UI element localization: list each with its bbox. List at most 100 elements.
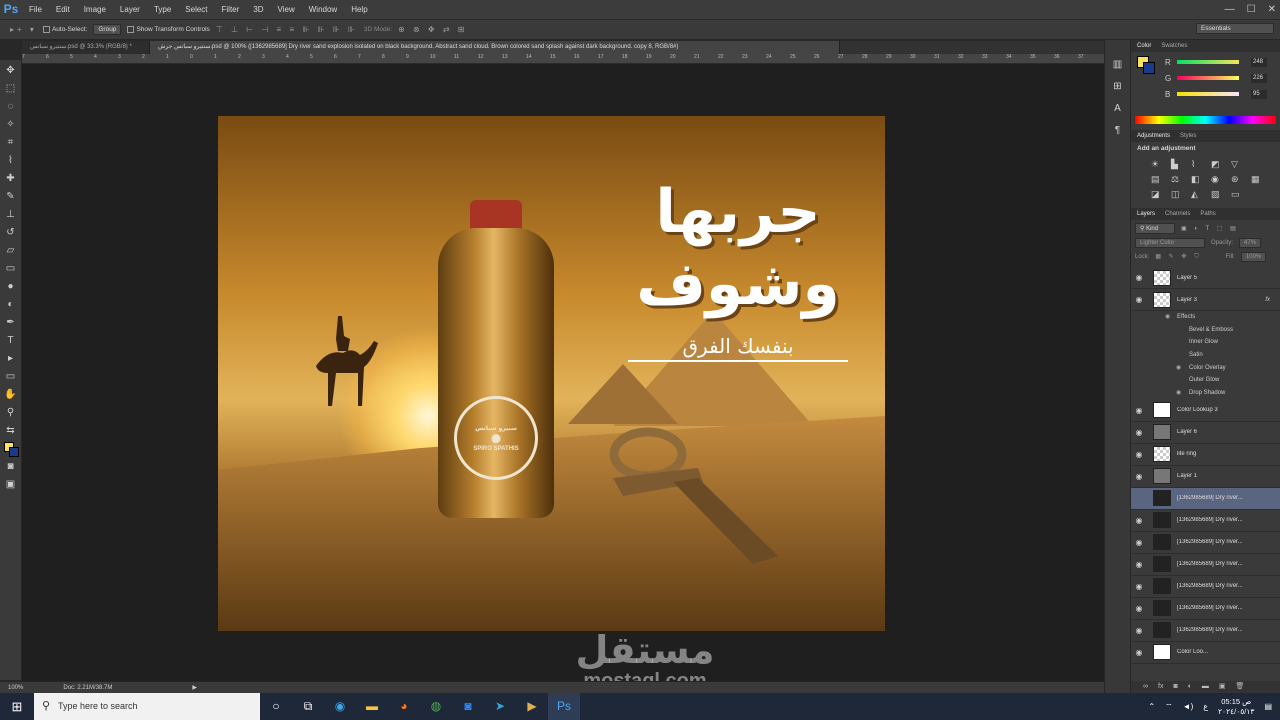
firefox-icon[interactable]: ◕ xyxy=(388,693,420,720)
layer-thumbnail[interactable] xyxy=(1153,490,1171,507)
clock[interactable]: 05:15 ص ٢٠٢٤/٠٥/١٣ xyxy=(1218,697,1254,717)
eraser-tool-icon[interactable]: ▱ xyxy=(4,244,18,258)
new-adjustment-icon[interactable]: ◐ xyxy=(1188,681,1192,693)
layer-thumbnail[interactable] xyxy=(1153,512,1171,529)
notifications-icon[interactable]: ▤ xyxy=(1264,702,1272,711)
menu-file[interactable]: File xyxy=(22,0,49,19)
layer-row[interactable]: ◉ [1362985689] Dry river... xyxy=(1131,532,1280,554)
posterize-icon[interactable]: ◫ xyxy=(1171,189,1185,200)
layer-name[interactable]: [1362985689] Dry river... xyxy=(1177,605,1257,611)
gradient-map-icon[interactable]: ▭ xyxy=(1231,189,1245,200)
volume-icon[interactable]: ◄) xyxy=(1183,702,1194,711)
layer-row[interactable]: ◉ [1362985689] Dry river... xyxy=(1131,598,1280,620)
marquee-tool-icon[interactable]: ⬚ xyxy=(4,82,18,96)
chrome-icon[interactable]: ◍ xyxy=(420,693,452,720)
layer-thumbnail[interactable] xyxy=(1153,291,1171,308)
layer-thumbnail[interactable] xyxy=(1153,468,1171,485)
align-icons[interactable]: ⊤ ⊥ ⊢ ⊣ ≡ ≡ ⊪ ⊪ ⊪ ⊪ xyxy=(216,25,358,34)
move-tool-icon[interactable]: ▸+ ▾ xyxy=(10,25,37,34)
zoom-tool-icon[interactable]: ⚲ xyxy=(4,406,18,420)
eyedropper-icon[interactable]: ⌇ xyxy=(4,154,18,168)
opacity-value[interactable]: 47% xyxy=(1239,238,1262,248)
task-view-icon[interactable]: ⧉ xyxy=(292,693,324,720)
shape-tool-icon[interactable]: ▭ xyxy=(4,370,18,384)
zoom-level[interactable]: 100% xyxy=(8,685,23,691)
layer-row[interactable]: ◉ lite ring xyxy=(1131,444,1280,466)
layer-name[interactable]: [1362985689] Dry river... xyxy=(1177,583,1257,589)
menu-view[interactable]: View xyxy=(271,0,302,19)
path-select-icon[interactable]: ▸ xyxy=(4,352,18,366)
3d-mode-icons[interactable]: ⊕ ⊗ ✥ ⇄ ⊞ xyxy=(398,25,467,34)
minimize-icon[interactable]: — xyxy=(1225,0,1235,19)
color-lookup-icon[interactable]: ▦ xyxy=(1251,174,1265,185)
visibility-eye-icon[interactable]: ◉ xyxy=(1131,604,1147,613)
visibility-eye-icon[interactable]: ◉ xyxy=(1131,406,1147,415)
show-transform-checkbox[interactable]: Show Transform Controls xyxy=(127,25,210,33)
layer-row[interactable]: ◉ [1362985689] Dry river... xyxy=(1131,576,1280,598)
visibility-eye-icon[interactable]: ◉ xyxy=(1131,428,1147,437)
visibility-eye-icon[interactable]: ◉ xyxy=(1131,648,1147,657)
menu-select[interactable]: Select xyxy=(178,0,214,19)
effect-item[interactable]: Inner Glow xyxy=(1131,336,1280,349)
effect-eye-icon[interactable]: ◉ xyxy=(1176,362,1181,375)
lock-icons[interactable]: ▦ ✎ ✥ ⛉ xyxy=(1155,253,1201,261)
layer-thumbnail[interactable] xyxy=(1153,424,1171,441)
visibility-eye-icon[interactable]: ◉ xyxy=(1131,560,1147,569)
color-spectrum[interactable] xyxy=(1135,116,1276,124)
menu-image[interactable]: Image xyxy=(77,0,113,19)
move-tool-icon[interactable]: ✥ xyxy=(4,64,18,78)
layer-row[interactable]: ◉ Color Lookup 3 xyxy=(1131,400,1280,422)
file-explorer-icon[interactable]: ▬ xyxy=(356,693,388,720)
bg-color-swatch[interactable] xyxy=(1143,62,1155,74)
layer-thumbnail[interactable] xyxy=(1153,644,1171,661)
layer-row[interactable]: ◉ Layer 5 xyxy=(1131,267,1280,289)
tab-document-2[interactable]: سنتيرو سباتس جرش.psd @ 100% ([1362985689… xyxy=(150,41,840,54)
layer-thumbnail[interactable] xyxy=(1153,446,1171,463)
invert-icon[interactable]: ◪ xyxy=(1151,189,1165,200)
visibility-eye-icon[interactable]: ◉ xyxy=(1131,626,1147,635)
zoom-app-icon[interactable]: ◙ xyxy=(452,693,484,720)
blue-slider[interactable] xyxy=(1177,92,1239,96)
layer-name[interactable]: Color Lookup 3 xyxy=(1177,407,1257,413)
layer-name[interactable]: [1362985689] Dry river... xyxy=(1177,561,1257,567)
history-panel-icon[interactable]: ▥ xyxy=(1111,58,1125,72)
photo-filter-icon[interactable]: ◉ xyxy=(1211,174,1225,185)
effect-item[interactable]: ◉ Drop Shadow xyxy=(1131,387,1280,400)
tray-chevron-icon[interactable]: ⌃ xyxy=(1148,702,1155,711)
blend-mode-dropdown[interactable]: Lighter Color xyxy=(1135,238,1205,248)
quick-mask-icon[interactable]: ◙ xyxy=(4,460,18,474)
green-slider[interactable] xyxy=(1177,76,1239,80)
paragraph-panel-icon[interactable]: ¶ xyxy=(1111,124,1125,138)
foreground-color-swatch[interactable] xyxy=(3,442,19,457)
effect-item[interactable]: Outer Glow xyxy=(1131,374,1280,387)
menu-help[interactable]: Help xyxy=(344,0,374,19)
default-colors-icon[interactable]: ⇆ xyxy=(4,424,18,438)
levels-icon[interactable]: ▙ xyxy=(1171,159,1185,170)
cortana-icon[interactable]: ○ xyxy=(260,693,292,720)
layer-row[interactable]: ◉ Layer 3 fx xyxy=(1131,289,1280,311)
color-balance-icon[interactable]: ⚖ xyxy=(1171,174,1185,185)
visibility-eye-icon[interactable]: ◉ xyxy=(1131,472,1147,481)
visibility-eye-icon[interactable]: ◉ xyxy=(1131,582,1147,591)
screen-mode-icon[interactable]: ▣ xyxy=(4,478,18,492)
language-indicator[interactable]: ع xyxy=(1203,702,1208,711)
effect-item[interactable]: ◉ Color Overlay xyxy=(1131,362,1280,375)
visibility-eye-icon[interactable]: ◉ xyxy=(1131,516,1147,525)
layer-thumbnail[interactable] xyxy=(1153,402,1171,419)
status-arrow-icon[interactable]: ▶ xyxy=(192,684,197,691)
hand-tool-icon[interactable]: ✋ xyxy=(4,388,18,402)
black-white-icon[interactable]: ◧ xyxy=(1191,174,1205,185)
layer-name[interactable]: [1362985689] Dry river... xyxy=(1177,539,1257,545)
artwork-canvas[interactable]: سبيرو سباتس ✺ SPIRO SPATHIS جربها وشوف ب… xyxy=(218,116,885,631)
layer-thumbnail[interactable] xyxy=(1153,534,1171,551)
photoshop-taskbar-icon[interactable]: Ps xyxy=(548,693,580,720)
layer-thumbnail[interactable] xyxy=(1153,269,1171,286)
layer-thumbnail[interactable] xyxy=(1153,556,1171,573)
red-value[interactable]: 248 xyxy=(1251,57,1267,67)
green-value[interactable]: 226 xyxy=(1251,73,1267,83)
magic-wand-icon[interactable]: ✧ xyxy=(4,118,18,132)
visibility-eye-icon[interactable]: ◉ xyxy=(1131,295,1147,304)
layer-thumbnail[interactable] xyxy=(1153,578,1171,595)
menu-3d[interactable]: 3D xyxy=(246,0,270,19)
delete-layer-icon[interactable]: 🗑 xyxy=(1236,681,1245,693)
